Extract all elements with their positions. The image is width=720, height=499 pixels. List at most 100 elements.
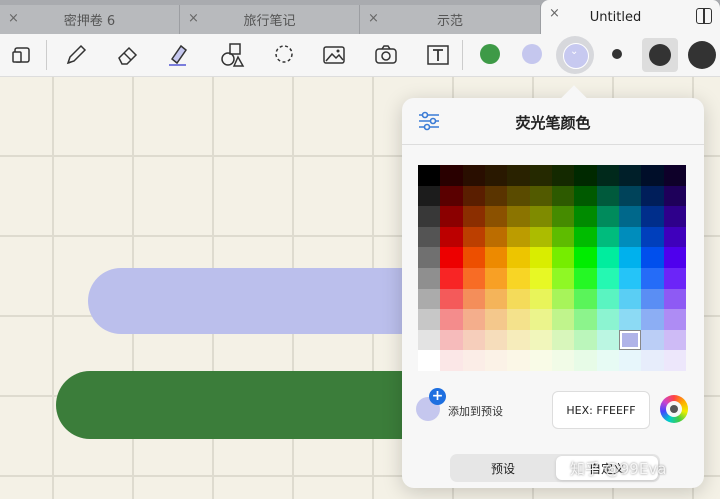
color-cell[interactable] xyxy=(641,247,665,269)
color-swatch-green[interactable] xyxy=(480,44,500,64)
color-cell[interactable] xyxy=(641,206,665,228)
color-cell[interactable] xyxy=(418,329,441,351)
pen-icon[interactable] xyxy=(62,41,90,69)
color-cell[interactable] xyxy=(462,165,486,187)
color-cell[interactable] xyxy=(552,206,575,228)
close-icon[interactable]: × xyxy=(368,11,379,26)
text-icon[interactable] xyxy=(424,41,452,69)
color-cell[interactable] xyxy=(641,165,665,187)
color-cell[interactable] xyxy=(574,288,598,310)
color-cell[interactable] xyxy=(596,288,620,310)
color-cell[interactable] xyxy=(440,350,464,372)
selected-color-cell[interactable] xyxy=(620,330,641,350)
color-cell[interactable] xyxy=(552,268,575,290)
color-cell[interactable] xyxy=(418,206,441,228)
color-cell[interactable] xyxy=(529,206,553,228)
color-cell[interactable] xyxy=(574,185,598,207)
color-cell[interactable] xyxy=(485,350,508,372)
tab-2[interactable]: × 旅行笔记 xyxy=(180,5,360,34)
color-cell[interactable] xyxy=(552,350,575,372)
color-cell[interactable] xyxy=(552,247,575,269)
color-cell[interactable] xyxy=(596,350,620,372)
color-cell[interactable] xyxy=(596,226,620,248)
color-cell[interactable] xyxy=(663,206,687,228)
color-cell[interactable] xyxy=(619,206,642,228)
color-cell[interactable] xyxy=(462,329,486,351)
color-cell[interactable] xyxy=(529,329,553,351)
color-cell[interactable] xyxy=(418,350,441,372)
color-cell[interactable] xyxy=(596,247,620,269)
color-cell[interactable] xyxy=(507,309,531,331)
close-icon[interactable]: × xyxy=(188,11,199,26)
color-cell[interactable] xyxy=(485,288,508,310)
color-cell[interactable] xyxy=(440,226,464,248)
color-cell[interactable] xyxy=(574,247,598,269)
color-cell[interactable] xyxy=(529,247,553,269)
color-cell[interactable] xyxy=(619,185,642,207)
color-cell[interactable] xyxy=(507,226,531,248)
color-cell[interactable] xyxy=(529,309,553,331)
color-cell[interactable] xyxy=(574,329,598,351)
color-cell[interactable] xyxy=(619,309,642,331)
color-cell[interactable] xyxy=(619,350,642,372)
color-cell[interactable] xyxy=(507,329,531,351)
color-swatch-selected[interactable]: ⌄ xyxy=(556,36,594,74)
color-cell[interactable] xyxy=(485,309,508,331)
color-cell[interactable] xyxy=(440,329,464,351)
tab-1[interactable]: × 密押卷 6 xyxy=(0,5,180,34)
image-icon[interactable] xyxy=(320,41,348,69)
color-cell[interactable] xyxy=(596,268,620,290)
stroke-size-large[interactable] xyxy=(688,41,716,69)
color-cell[interactable] xyxy=(529,268,553,290)
color-cell[interactable] xyxy=(552,288,575,310)
color-cell[interactable] xyxy=(440,309,464,331)
color-cell[interactable] xyxy=(485,226,508,248)
color-cell[interactable] xyxy=(462,247,486,269)
color-cell[interactable] xyxy=(462,288,486,310)
color-cell[interactable] xyxy=(462,185,486,207)
highlighter-stroke-lavender[interactable] xyxy=(88,268,448,334)
hex-input[interactable]: HEX: FFEEFF xyxy=(552,391,650,429)
color-cell[interactable] xyxy=(641,309,665,331)
stroke-size-medium-button[interactable] xyxy=(642,38,678,72)
color-cell[interactable] xyxy=(663,165,687,187)
color-cell[interactable] xyxy=(507,165,531,187)
color-cell[interactable] xyxy=(462,309,486,331)
color-cell[interactable] xyxy=(507,247,531,269)
color-cell[interactable] xyxy=(485,268,508,290)
tab-untitled[interactable]: × Untitled xyxy=(541,0,720,34)
color-cell[interactable] xyxy=(574,226,598,248)
color-cell[interactable] xyxy=(552,185,575,207)
color-cell[interactable] xyxy=(596,309,620,331)
color-grid[interactable] xyxy=(418,165,687,372)
color-cell[interactable] xyxy=(440,268,464,290)
color-cell[interactable] xyxy=(574,350,598,372)
color-cell[interactable] xyxy=(485,206,508,228)
color-cell[interactable] xyxy=(663,309,687,331)
color-cell[interactable] xyxy=(485,329,508,351)
color-cell[interactable] xyxy=(440,206,464,228)
stroke-size-small[interactable] xyxy=(612,49,622,59)
color-cell[interactable] xyxy=(418,226,441,248)
color-cell[interactable] xyxy=(462,268,486,290)
color-cell[interactable] xyxy=(485,185,508,207)
color-cell[interactable] xyxy=(552,309,575,331)
color-cell[interactable] xyxy=(596,329,620,351)
color-cell[interactable] xyxy=(663,350,687,372)
color-cell[interactable] xyxy=(641,288,665,310)
color-cell[interactable] xyxy=(663,268,687,290)
color-cell[interactable] xyxy=(574,165,598,187)
eraser-icon[interactable] xyxy=(114,41,142,69)
color-cell[interactable] xyxy=(440,288,464,310)
tab-3[interactable]: × 示范 xyxy=(360,5,541,34)
color-cell[interactable] xyxy=(663,288,687,310)
color-cell[interactable] xyxy=(418,268,441,290)
color-cell[interactable] xyxy=(462,206,486,228)
color-cell[interactable] xyxy=(485,247,508,269)
color-cell[interactable] xyxy=(507,185,531,207)
camera-icon[interactable] xyxy=(372,41,400,69)
color-cell[interactable] xyxy=(529,185,553,207)
color-cell[interactable] xyxy=(507,350,531,372)
color-cell[interactable] xyxy=(529,226,553,248)
color-cell[interactable] xyxy=(619,165,642,187)
